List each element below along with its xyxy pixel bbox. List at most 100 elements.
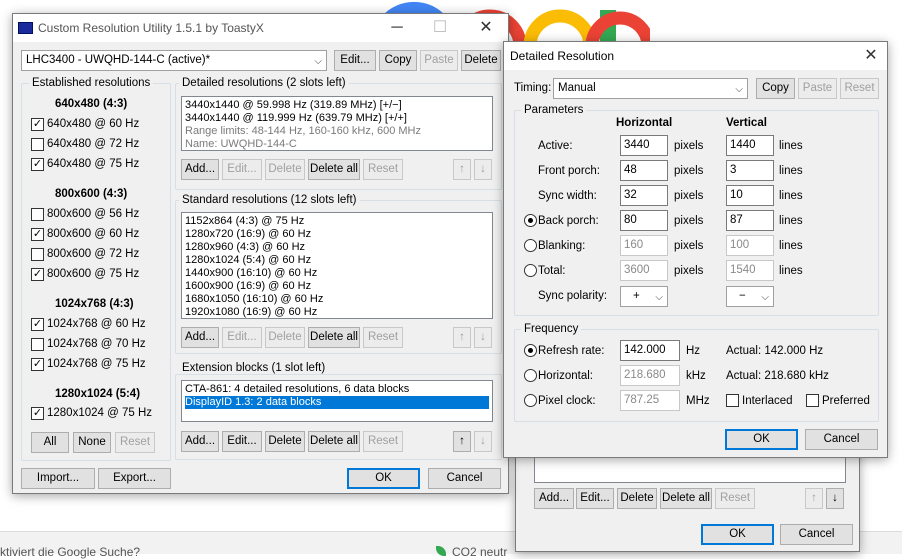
blanking-v-input[interactable]: 100 (726, 235, 774, 256)
horizontal-radio[interactable] (524, 369, 537, 382)
back-delete-all-button[interactable]: Delete all (660, 488, 712, 509)
back-edit-button[interactable]: Edit... (576, 488, 614, 509)
list-item[interactable]: 3440x1440 @ 59.998 Hz (319.89 MHz) [+/−] (185, 99, 489, 112)
all-button[interactable]: All (31, 432, 69, 453)
list-item[interactable]: 1440x900 (16:10) @ 60 Hz (185, 267, 489, 280)
list-item[interactable]: 1280x1024 (5:4) @ 60 Hz (185, 254, 489, 267)
checkbox-640-75[interactable]: ✓ (31, 158, 44, 171)
back-porch-v-input[interactable]: 87 (726, 210, 774, 231)
checkbox-800-75[interactable]: ✓ (31, 268, 44, 281)
none-button[interactable]: None (73, 432, 111, 453)
total-radio[interactable] (524, 264, 537, 277)
detailed-down-button[interactable]: ↓ (474, 159, 492, 180)
back-cancel-button[interactable]: Cancel (780, 524, 853, 545)
standard-add-button[interactable]: Add... (181, 327, 219, 348)
display-select[interactable]: LHC3400 - UWQHD-144-C (active)* ⌵ (21, 50, 327, 71)
minimize-icon[interactable]: ─ (387, 18, 407, 38)
extension-edit-button[interactable]: Edit... (222, 431, 262, 452)
sync-width-h-input[interactable]: 32 (620, 185, 668, 206)
front-porch-h-input[interactable]: 48 (620, 160, 668, 181)
refresh-rate-radio[interactable] (524, 344, 537, 357)
back-porch-radio[interactable] (524, 214, 537, 227)
detailed-delete-all-button[interactable]: Delete all (308, 159, 360, 180)
extension-up-button[interactable]: ↑ (453, 431, 471, 452)
extension-down-button[interactable]: ↓ (474, 431, 492, 452)
pixel-clock-input[interactable]: 787.25 (620, 390, 680, 411)
back-reset-button[interactable]: Reset (715, 488, 755, 509)
export-button[interactable]: Export... (98, 468, 171, 489)
detail-cancel-button[interactable]: Cancel (805, 429, 878, 450)
sync-width-v-input[interactable]: 10 (726, 185, 774, 206)
back-delete-button[interactable]: Delete (617, 488, 657, 509)
list-item[interactable]: 1920x1080 (16:9) @ 60 Hz (185, 306, 489, 318)
list-item[interactable]: 1280x720 (16:9) @ 60 Hz (185, 228, 489, 241)
list-item[interactable]: 1600x900 (16:9) @ 60 Hz (185, 280, 489, 293)
standard-list[interactable]: 1152x864 (4:3) @ 75 Hz 1280x720 (16:9) @… (181, 212, 493, 319)
back-down-button[interactable]: ↓ (826, 488, 844, 509)
standard-delete-all-button[interactable]: Delete all (308, 327, 360, 348)
sync-polarity-h-select[interactable]: + ⌵ (620, 286, 668, 307)
detailed-reset-button[interactable]: Reset (363, 159, 403, 180)
list-item-selected[interactable]: DisplayID 1.3: 2 data blocks (185, 396, 489, 409)
detailed-delete-button[interactable]: Delete (265, 159, 305, 180)
import-button[interactable]: Import... (21, 468, 95, 489)
back-up-button[interactable]: ↑ (805, 488, 823, 509)
detail-paste-button[interactable]: Paste (798, 78, 837, 99)
standard-edit-button[interactable]: Edit... (222, 327, 262, 348)
pixel-clock-radio[interactable] (524, 394, 537, 407)
list-item[interactable]: 1152x864 (4:3) @ 75 Hz (185, 215, 489, 228)
checkbox-1024-60[interactable]: ✓ (31, 318, 44, 331)
checkbox-1024-70[interactable] (31, 338, 44, 351)
sync-polarity-v-select[interactable]: − ⌵ (726, 286, 774, 307)
back-porch-h-input[interactable]: 80 (620, 210, 668, 231)
standard-down-button[interactable]: ↓ (474, 327, 492, 348)
checkbox-800-60[interactable]: ✓ (31, 228, 44, 241)
checkbox-640-72[interactable] (31, 138, 44, 151)
interlaced-checkbox[interactable] (726, 394, 739, 407)
list-item[interactable]: 3440x1440 @ 119.999 Hz (639.79 MHz) [+/+… (185, 112, 489, 125)
checkbox-800-56[interactable] (31, 208, 44, 221)
refresh-rate-input[interactable]: 142.000 (620, 340, 680, 361)
established-reset-button[interactable]: Reset (115, 432, 155, 453)
main-ok-button[interactable]: OK (347, 468, 420, 489)
back-add-button[interactable]: Add... (534, 488, 574, 509)
front-porch-v-input[interactable]: 3 (726, 160, 774, 181)
extension-delete-all-button[interactable]: Delete all (308, 431, 360, 452)
display-copy-button[interactable]: Copy (379, 50, 417, 71)
back-list[interactable] (534, 455, 846, 483)
standard-delete-button[interactable]: Delete (265, 327, 305, 348)
extension-add-button[interactable]: Add... (181, 431, 219, 452)
checkbox-800-72[interactable] (31, 248, 44, 261)
detailed-up-button[interactable]: ↑ (453, 159, 471, 180)
total-v-input[interactable]: 1540 (726, 260, 774, 281)
extension-reset-button[interactable]: Reset (363, 431, 403, 452)
checkbox-1280-75[interactable]: ✓ (31, 407, 44, 420)
close-icon[interactable]: ✕ (476, 18, 496, 38)
detailed-list[interactable]: 3440x1440 @ 59.998 Hz (319.89 MHz) [+/−]… (181, 96, 493, 151)
standard-reset-button[interactable]: Reset (363, 327, 403, 348)
list-item[interactable]: CTA-861: 4 detailed resolutions, 6 data … (185, 383, 489, 396)
list-item[interactable]: 1680x1050 (16:10) @ 60 Hz (185, 293, 489, 306)
checkbox-640-60[interactable]: ✓ (31, 118, 44, 131)
total-h-input[interactable]: 3600 (620, 260, 668, 281)
blanking-h-input[interactable]: 160 (620, 235, 668, 256)
timing-select[interactable]: Manual ⌵ (553, 78, 748, 99)
standard-up-button[interactable]: ↑ (453, 327, 471, 348)
detail-copy-button[interactable]: Copy (756, 78, 795, 99)
detail-ok-button[interactable]: OK (725, 429, 798, 450)
display-edit-button[interactable]: Edit... (334, 50, 376, 71)
back-ok-button[interactable]: OK (701, 524, 774, 545)
active-v-input[interactable]: 1440 (726, 135, 774, 156)
detailed-edit-button[interactable]: Edit... (222, 159, 262, 180)
horizontal-freq-input[interactable]: 218.680 (620, 365, 680, 386)
detail-reset-button[interactable]: Reset (840, 78, 879, 99)
extension-delete-button[interactable]: Delete (265, 431, 305, 452)
detailed-add-button[interactable]: Add... (181, 159, 219, 180)
maximize-icon[interactable]: ☐ (430, 18, 450, 38)
blanking-radio[interactable] (524, 239, 537, 252)
list-item[interactable]: 1280x960 (4:3) @ 60 Hz (185, 241, 489, 254)
close-icon[interactable]: ✕ (861, 46, 881, 66)
active-h-input[interactable]: 3440 (620, 135, 668, 156)
main-cancel-button[interactable]: Cancel (428, 468, 501, 489)
display-delete-button[interactable]: Delete (461, 50, 501, 71)
